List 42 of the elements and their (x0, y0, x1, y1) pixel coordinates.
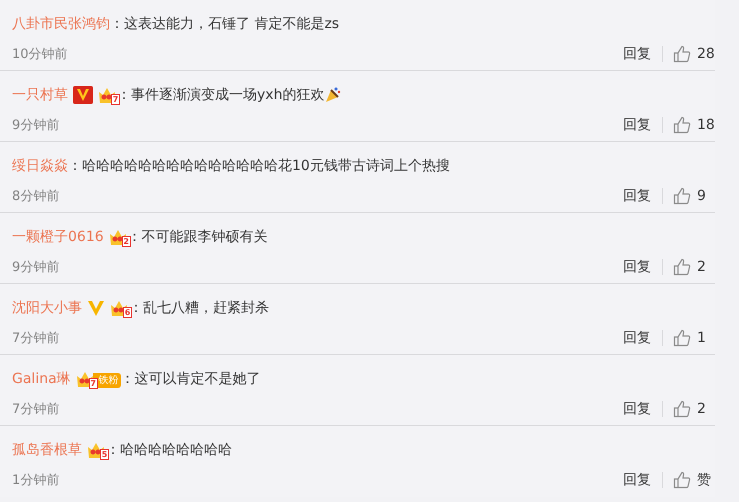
reply-link[interactable]: 回复 (623, 117, 663, 133)
comment-text: ：这表达能力，石锤了 肯定不能是zs (110, 15, 340, 33)
reply-link[interactable]: 回复 (623, 401, 663, 417)
like-count: 赞 (697, 471, 712, 489)
party-popper-icon (324, 86, 342, 104)
reply-link[interactable]: 回复 (623, 46, 663, 62)
reply-link[interactable]: 回复 (623, 472, 663, 488)
comment-time: 9分钟前 (12, 117, 60, 134)
comment-text: ：乱七八糟，赶紧封杀 (129, 299, 269, 317)
like-count: 9 (697, 188, 707, 204)
comment-time: 1分钟前 (12, 472, 60, 489)
like-count: 28 (697, 46, 715, 62)
thumbs-up-icon[interactable] (673, 329, 691, 347)
reply-link[interactable]: 回复 (623, 259, 663, 275)
level-number: 7 (88, 378, 98, 389)
thumbs-up-icon[interactable] (673, 116, 691, 134)
level-number: 7 (111, 94, 120, 105)
comment-time: 10分钟前 (12, 46, 69, 63)
verified-icon (87, 299, 105, 317)
reply-link[interactable]: 回复 (623, 188, 663, 204)
verified-icon (73, 86, 93, 104)
thumbs-up-icon[interactable] (673, 471, 691, 489)
level-number: 2 (122, 236, 131, 247)
comment-time: 7分钟前 (12, 401, 60, 418)
comment-text: ：哈哈哈哈哈哈哈哈哈哈哈哈哈哈花10元钱带古诗词上个热搜 (68, 157, 450, 175)
comment-time: 7分钟前 (12, 330, 60, 347)
comment-text: ：哈哈哈哈哈哈哈哈 (106, 441, 232, 459)
reply-link[interactable]: 回复 (623, 330, 663, 346)
comment-time: 8分钟前 (12, 188, 60, 205)
like-count: 2 (697, 401, 707, 417)
like-count: 1 (697, 330, 707, 346)
thumbs-up-icon[interactable] (673, 258, 691, 276)
thumbs-up-icon[interactable] (673, 400, 691, 418)
like-count: 2 (697, 259, 707, 275)
level-number: 6 (123, 307, 132, 318)
thumbs-up-icon[interactable] (673, 45, 691, 63)
comment-time: 9分钟前 (12, 259, 60, 276)
level-number: 5 (100, 449, 109, 460)
comment-text: ：这可以肯定不是她了 (120, 370, 261, 388)
like-count: 18 (697, 117, 715, 133)
thumbs-up-icon[interactable] (673, 187, 691, 205)
comment-text: ：事件逐渐演变成一场yxh的狂欢 (117, 86, 324, 104)
